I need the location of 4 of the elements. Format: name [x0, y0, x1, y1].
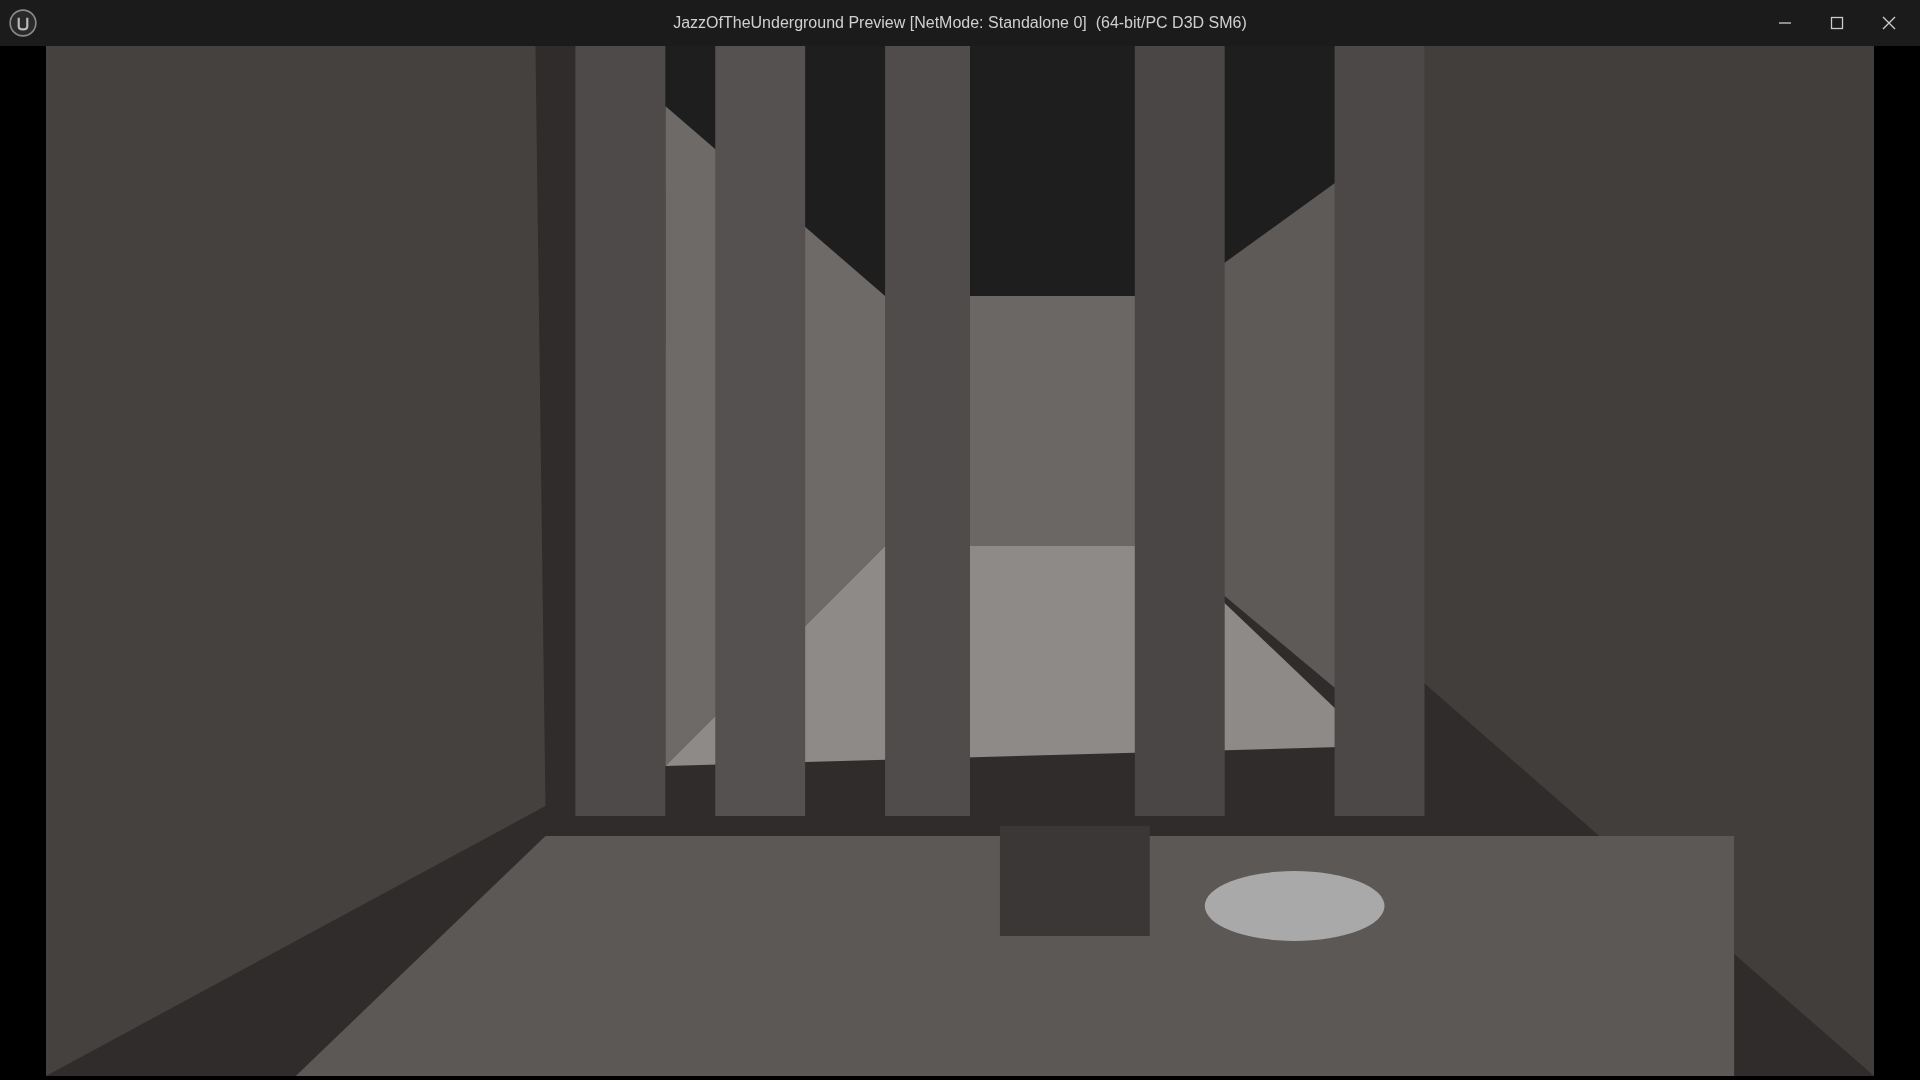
circle-logo-icon [8, 8, 38, 38]
maximize-icon[interactable] [1830, 16, 1844, 30]
close-icon[interactable] [1882, 16, 1896, 30]
window-title: JazzOfTheUnderground Preview [NetMode: Standalone 0] (64-bit/PC D3D SM6) [673, 14, 1247, 32]
